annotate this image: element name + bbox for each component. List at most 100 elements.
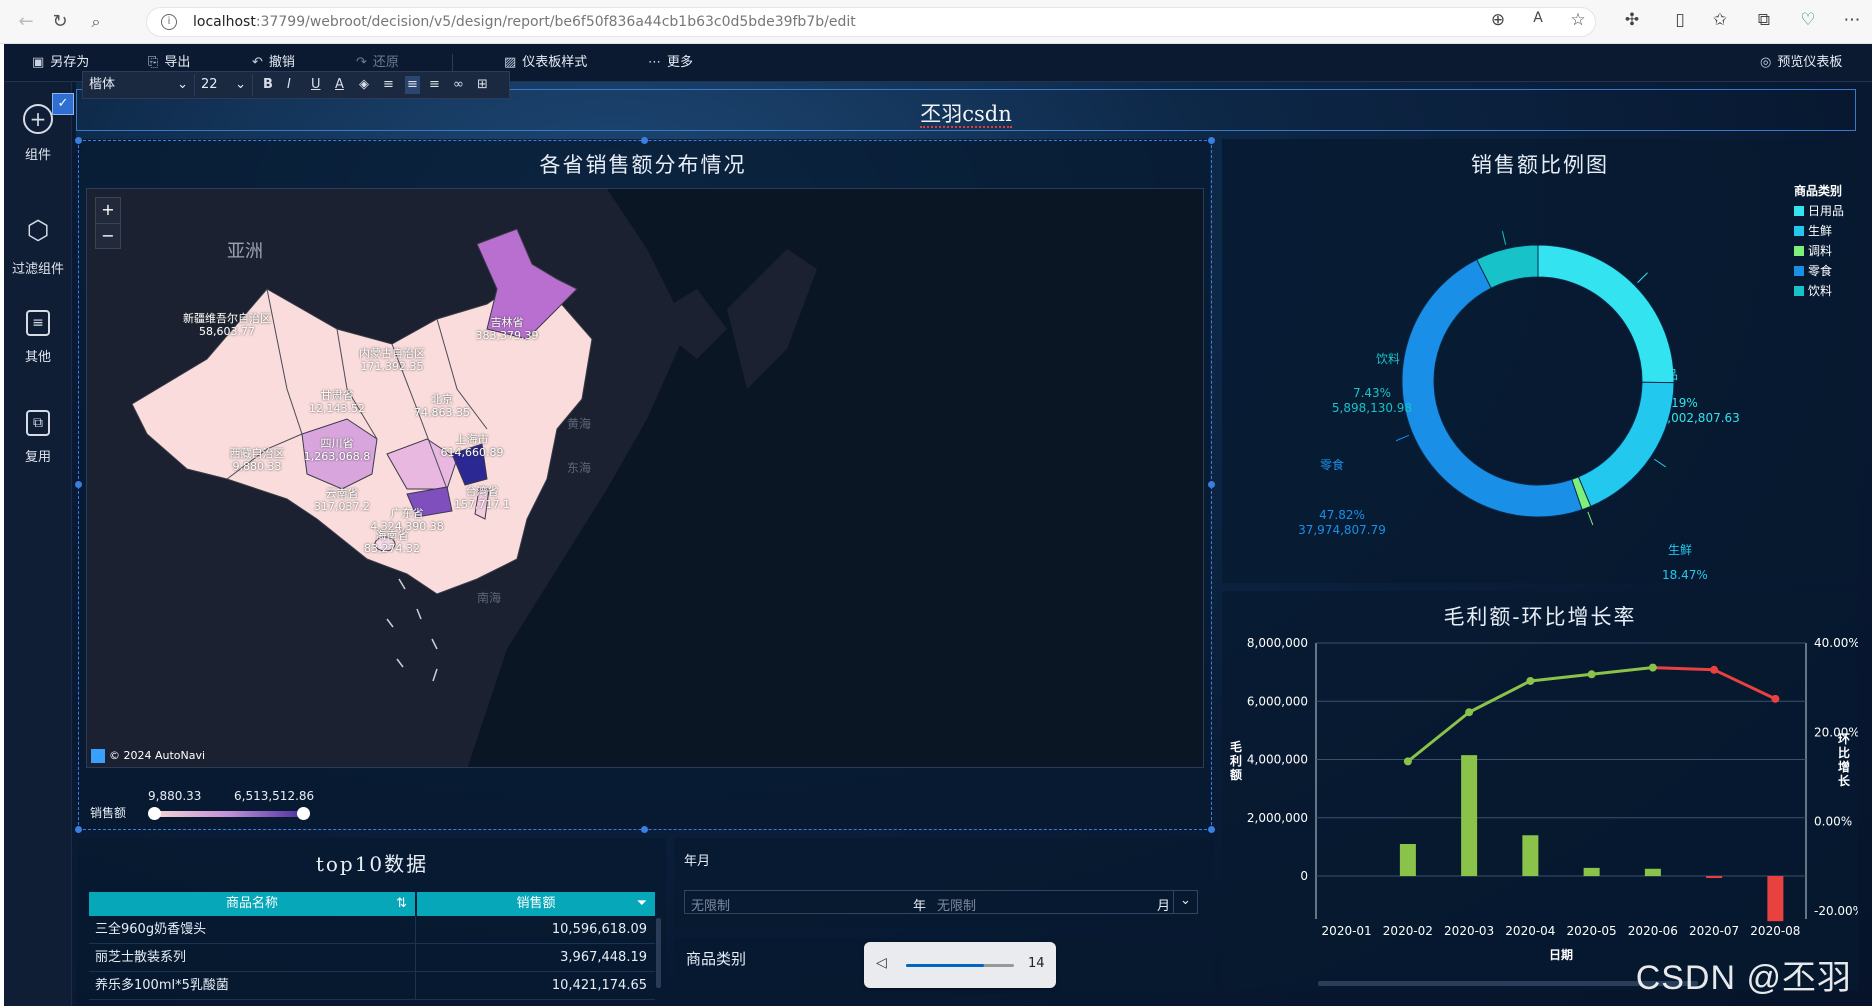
undo-button[interactable]: ↶ 撤销 — [252, 53, 295, 73]
cube-icon: ⬡ — [26, 216, 50, 246]
resize-handle[interactable] — [75, 481, 82, 488]
zoom-icon[interactable]: ⊕ — [1486, 10, 1510, 30]
table-cell-sales: 10,596,618.09 — [551, 922, 647, 937]
y-tick-label: 0 — [1300, 869, 1308, 883]
slice-percent-label: 18.47% — [1662, 568, 1708, 582]
insert-field-icon[interactable]: ⊞ — [477, 76, 488, 94]
pie-panel[interactable]: 销售额比例图 日用品25.19%20,002,807.63生鲜18.47%14,… — [1222, 139, 1858, 583]
table-row[interactable]: 三全960g奶香馒头 10,596,618.09 — [89, 916, 655, 944]
align-center-icon[interactable]: ≡ — [405, 76, 420, 94]
y2-axis-title-char: 比 — [1838, 745, 1850, 760]
sea-label: 东海 — [567, 461, 592, 475]
combo-panel[interactable]: 毛利额-环比增长率 0 2,000,000 4,000,000 6,000,000 8,… — [1222, 591, 1858, 990]
x-tick-label: 2020-02 — [1383, 924, 1433, 938]
donut-slice — [1401, 258, 1583, 518]
redo-button[interactable]: ↷ 还原 — [356, 53, 399, 73]
line-point — [1465, 708, 1474, 717]
map-legend-min: 9,880.33 — [148, 789, 202, 803]
split-screen-icon[interactable]: ▯ — [1668, 10, 1692, 30]
zoom-out-button[interactable]: − — [96, 224, 120, 249]
highlight-icon[interactable]: ◈ — [359, 76, 369, 94]
table-scrollbar[interactable] — [656, 918, 661, 988]
favorites-icon[interactable]: ✩ — [1708, 10, 1732, 30]
save-icon: ▣ — [32, 55, 45, 70]
leader-line — [1501, 231, 1507, 245]
map-view[interactable]: 新疆维吾尔自治区 58,603.77 吉林省 383,379.39 内蒙古自治区 171,… — [86, 188, 1204, 768]
more-button[interactable]: ⋯ 更多 — [648, 53, 693, 73]
map-region-label: 吉林省 383,379.39 — [475, 316, 539, 342]
browser-essentials-icon[interactable]: ♡ — [1796, 10, 1820, 30]
sidebar-item-label: 复用 — [24, 450, 51, 465]
sidebar-item-label: 过滤组件 — [11, 262, 64, 277]
y2-tick-label: 20.00% — [1814, 725, 1858, 739]
resize-handle[interactable] — [75, 826, 82, 833]
extensions-icon[interactable]: ✣ — [1620, 10, 1644, 30]
resize-handle[interactable] — [1208, 826, 1215, 833]
refresh-icon[interactable]: ↻ — [48, 10, 72, 34]
slice-percent-label: 47.82% — [1319, 508, 1365, 522]
align-right-icon[interactable]: ≡ — [429, 76, 440, 94]
select-checkbox-icon[interactable]: ✓ — [52, 93, 74, 115]
zoom-in-button[interactable]: + — [96, 198, 120, 224]
dashboard-title[interactable]: 丕羽csdn — [920, 102, 1012, 128]
link-icon[interactable]: ∞ — [453, 76, 464, 94]
map-region-label: 北京 74,863.35 — [414, 393, 470, 419]
bar — [1399, 844, 1416, 877]
sidebar-item-other[interactable]: ≡ 其他 — [4, 310, 72, 365]
sidebar-item-label: 组件 — [24, 148, 51, 163]
legend-swatch — [1794, 226, 1804, 236]
table-header-sales[interactable]: 销售额 ⏷ — [417, 892, 655, 916]
sidebar-item-filters[interactable]: ⬡ 过滤组件 — [4, 218, 72, 277]
legend-min-handle[interactable] — [148, 807, 161, 820]
resize-handle[interactable] — [641, 137, 648, 144]
year-input[interactable]: 无限制 — [691, 895, 730, 914]
legend-max-handle[interactable] — [297, 807, 310, 820]
font-size-select[interactable]: 22 ⌄ — [195, 74, 253, 96]
italic-icon[interactable]: I — [287, 76, 291, 94]
read-aloud-icon[interactable]: A — [1526, 10, 1550, 26]
export-button[interactable]: ⎘ 导出 — [148, 53, 190, 73]
collections-icon[interactable]: ⧉ — [1752, 10, 1776, 30]
filter-icon[interactable]: ⏷ — [637, 892, 647, 916]
year-month-filter[interactable]: 无限制 年 无限制 月 ⌄ — [684, 890, 1198, 914]
bar — [1706, 876, 1723, 879]
resize-handle[interactable] — [75, 137, 82, 144]
chevron-down-icon[interactable]: ⌄ — [1173, 891, 1197, 913]
more-menu-icon[interactable]: ⋯ — [1840, 10, 1864, 30]
font-family-select[interactable]: 楷体 ⌄ — [83, 74, 195, 96]
underline-icon[interactable]: U — [311, 76, 321, 94]
font-color-icon[interactable]: A — [335, 76, 344, 94]
slice-name-label: 生鲜 — [1668, 543, 1692, 557]
map-attribution: © 2024 AutoNavi — [91, 749, 205, 763]
search-icon[interactable]: ⌕ — [84, 10, 108, 34]
x-axis-title: 日期 — [1549, 947, 1573, 962]
volume-slider[interactable] — [906, 964, 1014, 967]
sidebar-item-reuse[interactable]: ⧉ 复用 — [4, 410, 72, 465]
preview-button[interactable]: ◎ 预览仪表板 — [1760, 53, 1842, 73]
info-icon[interactable]: i — [161, 14, 177, 30]
bar — [1583, 867, 1600, 877]
bold-icon[interactable]: B — [263, 76, 273, 94]
align-left-icon[interactable]: ≡ — [383, 76, 394, 94]
table-row[interactable]: 养乐多100ml*5乳酸菌 10,421,174.65 — [89, 972, 655, 1000]
legend-swatch — [1794, 206, 1804, 216]
map-legend-max: 6,513,512.86 — [234, 789, 315, 803]
sort-icon[interactable]: ⇅ — [396, 892, 407, 916]
save-as-button[interactable]: ▣ 另存为 — [32, 53, 89, 73]
resize-handle[interactable] — [1208, 137, 1215, 144]
resize-handle[interactable] — [641, 826, 648, 833]
back-icon[interactable]: ← — [14, 10, 38, 34]
address-bar[interactable]: i localhost:37799/webroot/decision/v5/de… — [146, 7, 1596, 37]
month-input[interactable]: 无限制 — [937, 895, 976, 914]
map-region-label: 新疆维吾尔自治区 58,603.77 — [183, 312, 271, 338]
line-point — [1587, 670, 1596, 679]
resize-handle[interactable] — [1208, 481, 1215, 488]
table-row[interactable]: 丽芝士散装系列 3,967,448.19 — [89, 944, 655, 972]
favorite-star-icon[interactable]: ☆ — [1566, 10, 1590, 30]
volume-level — [906, 964, 984, 967]
legend-swatch — [1794, 266, 1804, 276]
map-region-label: 四川省 1,263,068.8 — [303, 437, 371, 463]
line-segment — [1406, 711, 1471, 763]
dashboard-style-button[interactable]: ▨ 仪表板样式 — [504, 53, 587, 73]
table-header-product[interactable]: 商品名称 ⇅ — [89, 892, 415, 916]
